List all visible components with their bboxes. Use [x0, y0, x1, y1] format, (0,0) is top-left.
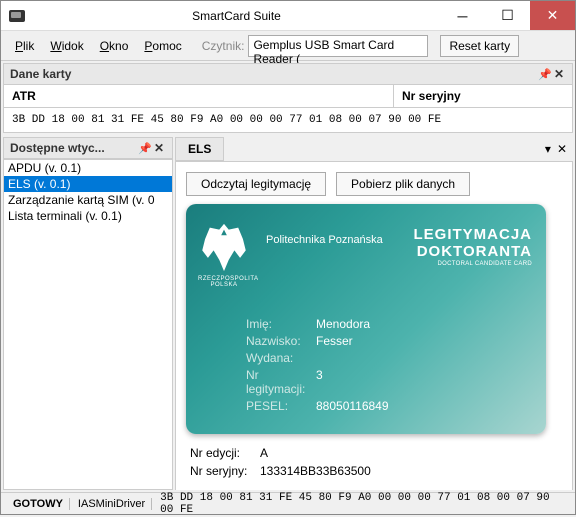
- status-driver: IASMiniDriver: [72, 498, 152, 510]
- card-last-name: Fesser: [316, 334, 353, 348]
- card-number: 3: [316, 368, 323, 396]
- edition-value: A: [260, 446, 268, 460]
- serial-value: 133314BB33B63500: [260, 464, 371, 478]
- titlebar: SmartCard Suite ─ ☐ ✕: [1, 1, 575, 31]
- id-card-preview: RZECZPOSPOLITA POLSKA Politechnika Pozna…: [186, 204, 546, 434]
- card-fields: Imię:Menodora Nazwisko:Fesser Wydana: Nr…: [246, 317, 389, 416]
- menu-pomoc[interactable]: Pomoc: [138, 35, 187, 57]
- status-state: GOTOWY: [7, 498, 70, 510]
- reader-label: Czytnik:: [202, 39, 245, 53]
- university-name: Politechnika Poznańska: [266, 234, 383, 246]
- atr-label: ATR: [4, 85, 394, 107]
- plugin-list: APDU (v. 0.1) ELS (v. 0.1) Zarządzanie k…: [3, 159, 173, 490]
- read-card-button[interactable]: Odczytaj legitymację: [186, 172, 326, 196]
- close-button[interactable]: ✕: [530, 1, 575, 30]
- pin-icon[interactable]: 📌: [138, 142, 150, 155]
- minimize-button[interactable]: ─: [440, 1, 485, 30]
- card-extra-info: Nr edycji:A Nr seryjny:133314BB33B63500: [186, 442, 562, 482]
- close-panel-icon[interactable]: ✕: [554, 67, 566, 81]
- card-data-panel: Dane karty 📌 ✕ ATR Nr seryjny 3B DD 18 0…: [3, 63, 573, 133]
- maximize-button[interactable]: ☐: [485, 1, 530, 30]
- card-type-label: LEGITYMACJA DOKTORANTA DOCTORAL CANDIDAT…: [413, 226, 532, 267]
- tab-close-icon[interactable]: ✕: [557, 142, 567, 156]
- sidebar-item-els[interactable]: ELS (v. 0.1): [4, 176, 172, 192]
- atr-value: 3B DD 18 00 81 31 FE 45 80 F9 A0 00 00 0…: [12, 114, 441, 126]
- status-atr: 3B DD 18 00 81 31 FE 45 80 F9 A0 00 00 0…: [154, 492, 569, 516]
- menu-plik[interactable]: Plik: [9, 35, 40, 57]
- menu-widok[interactable]: Widok: [44, 35, 89, 57]
- menu-okno[interactable]: Okno: [94, 35, 135, 57]
- app-icon: [9, 10, 25, 22]
- pin-icon[interactable]: 📌: [538, 68, 550, 81]
- window-title: SmartCard Suite: [33, 9, 440, 23]
- download-data-button[interactable]: Pobierz plik danych: [336, 172, 470, 196]
- tab-row: ELS ▾ ✕: [175, 137, 573, 161]
- card-data-title: Dane karty: [10, 67, 71, 81]
- card-pesel: 88050116849: [316, 399, 389, 413]
- sidebar: Dostępne wtyc... 📌 ✕ APDU (v. 0.1) ELS (…: [3, 137, 173, 490]
- sidebar-title: Dostępne wtyc...: [10, 141, 105, 155]
- sidebar-item-terminals[interactable]: Lista terminali (v. 0.1): [4, 208, 172, 224]
- statusbar: GOTOWY IASMiniDriver 3B DD 18 00 81 31 F…: [1, 492, 575, 514]
- tab-els[interactable]: ELS: [175, 137, 224, 161]
- card-data-header: Dane karty 📌 ✕: [3, 63, 573, 85]
- nr-seryjny-label: Nr seryjny: [394, 85, 572, 107]
- reset-button[interactable]: Reset karty: [440, 35, 519, 57]
- menubar: Plik Widok Okno Pomoc Czytnik: Gemplus U…: [1, 31, 575, 61]
- reader-dropdown[interactable]: Gemplus USB Smart Card Reader (: [248, 35, 428, 57]
- eagle-emblem-icon: [200, 222, 248, 274]
- sidebar-item-apdu[interactable]: APDU (v. 0.1): [4, 160, 172, 176]
- card-first-name: Menodora: [316, 317, 370, 331]
- tab-dropdown-icon[interactable]: ▾: [545, 142, 551, 156]
- content-body: Odczytaj legitymację Pobierz plik danych…: [175, 161, 573, 490]
- sidebar-item-sim[interactable]: Zarządzanie kartą SIM (v. 0: [4, 192, 172, 208]
- close-panel-icon[interactable]: ✕: [154, 141, 166, 155]
- sidebar-header: Dostępne wtyc... 📌 ✕: [3, 137, 173, 159]
- content: ELS ▾ ✕ Odczytaj legitymację Pobierz pli…: [175, 137, 573, 490]
- emblem-label: RZECZPOSPOLITA POLSKA: [198, 276, 250, 288]
